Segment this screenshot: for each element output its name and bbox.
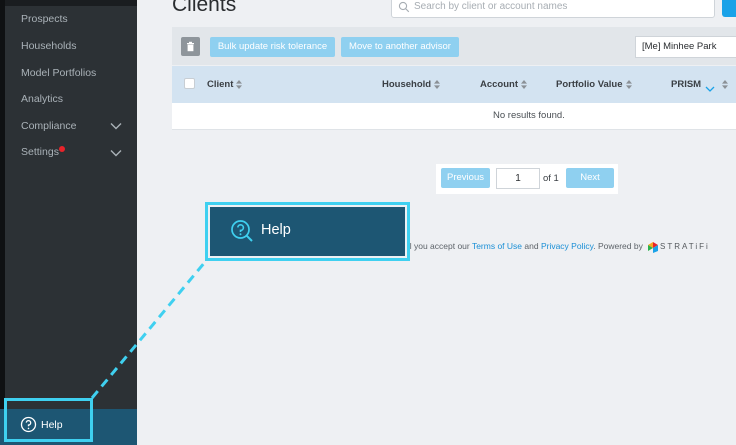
help-highlight-box	[4, 398, 93, 442]
chevron-down-icon[interactable]	[109, 146, 123, 160]
stratifi-wordmark: STRATiFi	[660, 242, 710, 251]
sort-icon[interactable]	[722, 79, 728, 90]
chevron-down-icon[interactable]	[705, 80, 715, 92]
add-client-button[interactable]	[722, 0, 736, 17]
column-prism[interactable]: PRISM	[671, 79, 701, 90]
page-count: of 1	[543, 173, 559, 184]
sort-icon	[236, 79, 243, 89]
column-account[interactable]: Account	[480, 79, 527, 90]
sort-icon	[625, 79, 632, 89]
sort-icon	[521, 79, 527, 89]
privacy-link[interactable]: Privacy Policy	[541, 241, 593, 251]
next-button[interactable]: Next	[566, 168, 614, 188]
page-number-input[interactable]: 1	[496, 168, 540, 189]
column-portfolio-value[interactable]: Portfolio Value	[556, 79, 632, 90]
stratifi-logo-icon	[648, 240, 658, 253]
bulk-update-risk-button[interactable]: Bulk update risk tolerance	[210, 37, 335, 57]
sidebar-item-households[interactable]: Households	[21, 40, 76, 52]
sidebar-top-strip	[5, 0, 137, 6]
sidebar-item-settings[interactable]: Settings	[21, 146, 59, 158]
help-callout-label: Help	[261, 222, 291, 238]
sidebar-item-model-portfolios[interactable]: Model Portfolios	[21, 67, 96, 79]
search-icon	[398, 0, 410, 13]
advisor-select[interactable]: [Me] Minhee Park	[635, 36, 736, 58]
sort-icon	[434, 79, 441, 89]
sidebar-item-prospects[interactable]: Prospects	[21, 13, 68, 25]
trash-icon	[187, 41, 194, 52]
chevron-down-icon[interactable]	[109, 119, 123, 133]
table-header	[172, 66, 736, 103]
move-advisor-button[interactable]: Move to another advisor	[341, 37, 459, 57]
previous-button[interactable]: Previous	[441, 168, 490, 188]
select-all-checkbox[interactable]	[184, 78, 195, 89]
help-search-icon	[230, 219, 254, 243]
page-title: Clients	[172, 0, 237, 16]
sidebar-edge	[0, 0, 5, 445]
footer-text: al you accept our Terms of Use and Priva…	[405, 241, 643, 251]
sidebar-item-compliance[interactable]: Compliance	[21, 120, 76, 132]
column-client[interactable]: Client	[207, 79, 243, 90]
search-placeholder: Search by client or account names	[414, 1, 568, 12]
terms-link[interactable]: Terms of Use	[472, 241, 522, 251]
sidebar-item-analytics[interactable]: Analytics	[21, 93, 63, 105]
column-household[interactable]: Household	[382, 79, 441, 90]
no-results-text: No results found.	[493, 110, 565, 121]
delete-button[interactable]	[181, 37, 200, 56]
notification-dot	[59, 146, 65, 152]
